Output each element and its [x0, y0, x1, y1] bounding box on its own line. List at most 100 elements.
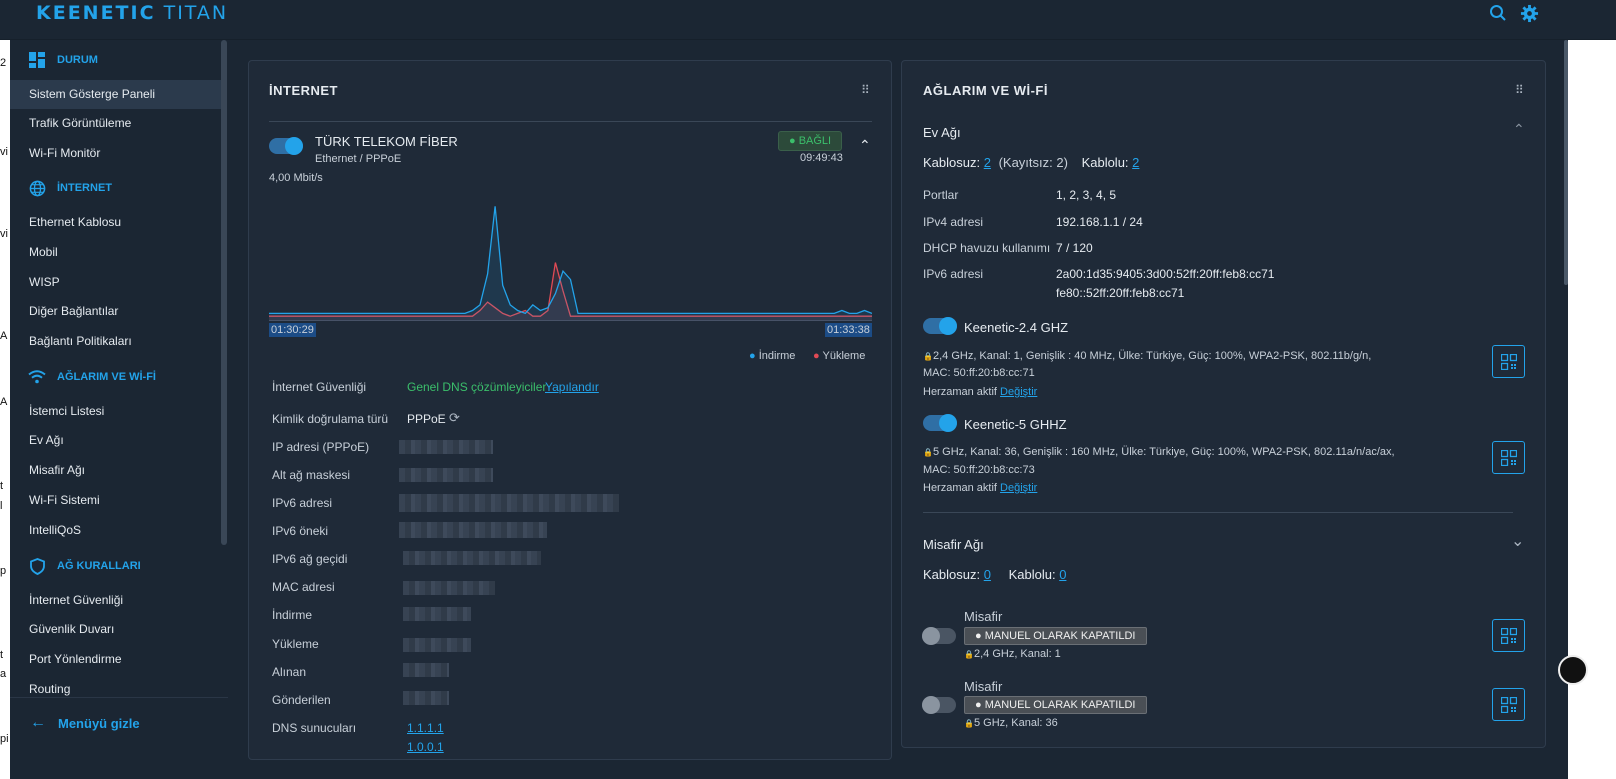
wifi-5-schedule: Herzaman aktif Değiştir — [923, 482, 1038, 494]
arrow-left-icon: ← — [30, 714, 46, 731]
sidebar-section-networks[interactable]: AĞLARIM VE Wİ-Fİ — [28, 367, 156, 387]
search-icon[interactable] — [1488, 4, 1508, 24]
connection-name: TÜRK TELEKOM FİBER — [315, 134, 458, 149]
row-value: 2a00:1d35:9405:3d00:52ff:20ff:feb8:cc71 — [1056, 267, 1275, 281]
sidebar-item-wisp[interactable]: WISP — [10, 268, 221, 297]
qr-code-button[interactable] — [1492, 619, 1525, 652]
wifi-24-toggle[interactable] — [923, 317, 957, 335]
redacted-value — [399, 440, 493, 454]
strip-text: 2 — [0, 57, 7, 69]
strip-text: vi — [0, 228, 8, 240]
sidebar-item-internet-security[interactable]: İnternet Güvenliği — [10, 586, 221, 615]
sidebar-item-wifi-system[interactable]: Wi-Fi Sistemi — [10, 486, 221, 515]
brand-bold: KEENETIC — [36, 2, 156, 24]
row-label: IPv6 adresi — [923, 267, 984, 281]
divider — [923, 512, 1513, 513]
redacted-value — [403, 607, 471, 621]
sidebar-item-mobile[interactable]: Mobil — [10, 238, 221, 267]
networks-card: AĞLARIM VE Wİ-Fİ ⠿ Ev Ağı ⌃ Kablosuz: 2 … — [901, 60, 1546, 748]
dashboard-icon — [28, 51, 46, 69]
wifi-5-mac: MAC: 50:ff:20:b8:cc:73 — [923, 464, 1035, 476]
sidebar-item-dashboard[interactable]: Sistem Gösterge Paneli — [10, 80, 221, 109]
row-label: IPv6 adresi — [272, 496, 333, 510]
wifi-5-change-link[interactable]: Değiştir — [1000, 482, 1037, 494]
sidebar-item-wifi-monitor[interactable]: Wi-Fi Monitör — [10, 139, 221, 168]
strip-text: p — [0, 565, 7, 577]
sidebar-section-status[interactable]: DURUM — [28, 50, 98, 70]
lock-icon: 🔒 — [923, 352, 933, 361]
wifi-5-details: 🔒5 GHz, Kanal: 36, Genişlik : 160 MHz, Ü… — [923, 446, 1395, 458]
strip-text: A — [0, 330, 8, 342]
sidebar-item-home-network[interactable]: Ev Ağı — [10, 426, 221, 455]
row-label: İndirme — [272, 608, 313, 622]
drag-handle-icon[interactable]: ⠿ — [861, 83, 870, 97]
chart-time-start: 01:30:29 — [269, 323, 316, 337]
row-label: IPv4 adresi — [923, 215, 984, 229]
section-label: İNTERNET — [57, 182, 112, 194]
redacted-value — [399, 494, 619, 512]
home-clients-summary: Kablosuz: 2 (Kayıtsız: 2) Kablolu: 2 — [923, 155, 1140, 170]
sidebar-item-traffic[interactable]: Trafik Görüntüleme — [10, 109, 221, 138]
hide-menu-button[interactable]: ← Menüyü gizle — [30, 714, 140, 732]
sidebar-item-client-list[interactable]: İstemci Listesi — [10, 397, 221, 426]
sidebar-item-ethernet[interactable]: Ethernet Kablosu — [10, 208, 221, 237]
strip-text: pi — [0, 733, 9, 745]
row-value: 1, 2, 3, 4, 5 — [1056, 188, 1117, 202]
sidebar-item-connection-policies[interactable]: Bağlantı Politikaları — [10, 327, 221, 356]
chevron-up-icon[interactable]: ⌃ — [1513, 121, 1525, 138]
row-label: IP adresi (PPPoE) — [272, 440, 370, 454]
sidebar-item-other-connections[interactable]: Diğer Bağlantılar — [10, 297, 221, 326]
qr-code-button[interactable] — [1492, 441, 1525, 474]
guest-wifi-5-toggle[interactable] — [922, 696, 956, 714]
sidebar-section-rules[interactable]: AĞ KURALLARI — [28, 556, 141, 576]
sidebar-item-firewall[interactable]: Güvenlik Duvarı — [10, 615, 221, 644]
sidebar-item-port-forwarding[interactable]: Port Yönlendirme — [10, 645, 221, 674]
home-wireless-count[interactable]: 2 — [984, 155, 991, 170]
brand-logo[interactable]: KEENETIC TITAN — [36, 2, 228, 24]
chevron-down-icon[interactable]: ⌄ — [1511, 531, 1524, 551]
speed-label: 4,00 Mbit/s — [269, 172, 323, 184]
sidebar-section-internet[interactable]: İNTERNET — [28, 178, 112, 198]
wifi-24-change-link[interactable]: Değiştir — [1000, 386, 1037, 398]
disabled-badge: ● MANUEL OLARAK KAPATILDI — [964, 696, 1147, 714]
chart-time-end: 01:33:38 — [825, 323, 872, 337]
qr-code-icon — [1501, 628, 1517, 644]
home-wired-count[interactable]: 2 — [1132, 155, 1139, 170]
traffic-chart — [269, 206, 872, 321]
wifi-5-toggle[interactable] — [923, 414, 957, 432]
chevron-up-icon[interactable]: ⌃ — [859, 137, 871, 154]
internet-card: İNTERNET ⠿ TÜRK TELEKOM FİBER Ethernet /… — [248, 60, 892, 760]
redacted-value — [403, 691, 449, 705]
qr-code-button[interactable] — [1492, 345, 1525, 378]
internet-connection-toggle[interactable] — [269, 137, 303, 155]
guest-wifi-5-details: 🔒5 GHz, Kanal: 36 — [964, 717, 1058, 729]
floating-button[interactable] — [1558, 655, 1588, 685]
auth-value: PPPoE — [407, 412, 446, 426]
qr-code-icon — [1501, 354, 1517, 370]
lock-icon: 🔒 — [923, 448, 933, 457]
row-label: Kimlik doğrulama türü — [272, 412, 389, 426]
guest-network-title[interactable]: Misafir Ağı — [923, 537, 984, 552]
sidebar-item-intelliqos[interactable]: IntelliQoS — [10, 516, 221, 545]
background-window-strip: 2 vi vi A A t l p t a pi — [0, 40, 10, 779]
top-bar: KEENETIC TITAN — [0, 0, 1616, 40]
guest-wifi-24-toggle[interactable] — [922, 627, 956, 645]
dns-server-1[interactable]: 1.1.1.1 — [407, 721, 444, 735]
qr-code-button[interactable] — [1492, 688, 1525, 721]
home-network-title[interactable]: Ev Ağı — [923, 125, 961, 140]
guest-wireless-count[interactable]: 0 — [984, 567, 991, 582]
guest-wifi-24-details: 🔒2,4 GHz, Kanal: 1 — [964, 648, 1061, 660]
sidebar-scrollbar[interactable] — [221, 40, 227, 545]
row-label: DNS sunucuları — [272, 721, 357, 735]
sidebar-item-guest-network[interactable]: Misafir Ağı — [10, 456, 221, 485]
dns-server-2[interactable]: 1.0.0.1 — [407, 740, 444, 754]
drag-handle-icon[interactable]: ⠿ — [1515, 83, 1524, 97]
guest-clients-summary: Kablosuz: 0 Kablolu: 0 — [923, 567, 1067, 582]
guest-wired-count[interactable]: 0 — [1059, 567, 1066, 582]
row-label: Gönderilen — [272, 693, 331, 707]
configure-link[interactable]: Yapılandır — [545, 380, 599, 394]
row-label: Yükleme — [272, 637, 319, 651]
redacted-value — [403, 663, 449, 677]
refresh-icon[interactable]: ⟳ — [449, 410, 460, 426]
gear-icon[interactable] — [1519, 4, 1539, 24]
